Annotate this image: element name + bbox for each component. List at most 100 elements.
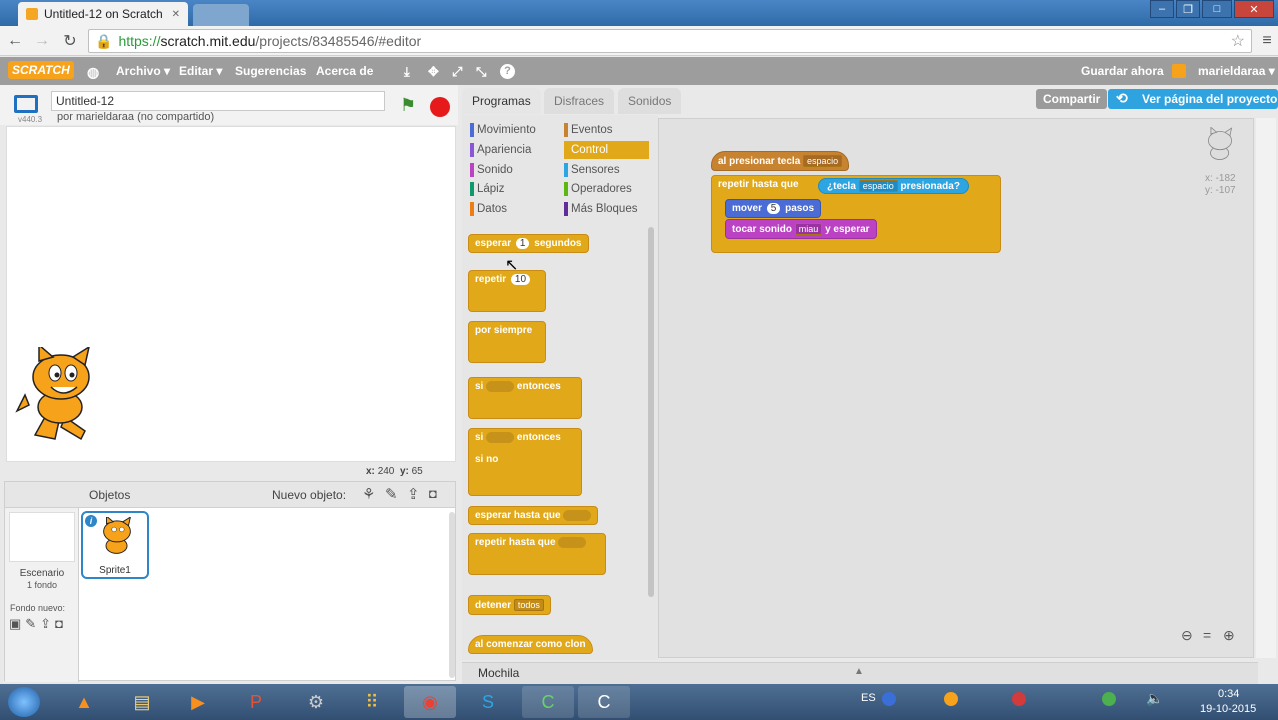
cat-sprite-icon[interactable] (15, 347, 107, 443)
paint-sprite-icon[interactable]: ✎ (385, 485, 398, 503)
restore-icon[interactable]: ❐ (1176, 0, 1200, 18)
palette-scrollbar[interactable] (648, 227, 654, 597)
star-icon[interactable]: ☆ (1231, 31, 1245, 51)
back-icon[interactable]: ← (6, 32, 24, 50)
start-button-icon[interactable] (8, 687, 40, 717)
scripts-area[interactable]: al presionar tecla espacio repetir hasta… (658, 118, 1254, 658)
language-indicator[interactable]: ES (861, 692, 876, 704)
user-avatar[interactable] (1172, 64, 1186, 78)
category-control[interactable]: Control (564, 141, 649, 159)
chrome-icon[interactable]: ◉ (404, 686, 456, 718)
condition-slot[interactable] (563, 510, 592, 521)
clock-date[interactable]: 19-10-2015 (1200, 703, 1256, 715)
tab-sonidos[interactable]: Sonidos (618, 88, 682, 114)
chrome-menu-icon[interactable]: ≡ (1258, 32, 1276, 50)
camtasia-recorder-icon[interactable]: C (578, 686, 630, 718)
share-button[interactable]: Compartir (1036, 89, 1108, 109)
zoom-in-icon[interactable]: ⊕ (1223, 627, 1235, 644)
backpack-bar[interactable]: Mochila ▲ (462, 662, 1258, 684)
globe-icon[interactable]: ◍ (87, 64, 99, 81)
tray-icon-red[interactable] (1012, 692, 1026, 706)
url-field[interactable]: 🔒 https:// scratch.mit.edu /projects/834… (88, 29, 1252, 53)
script-move-steps[interactable]: mover 5 pasos (725, 199, 822, 218)
menu-acerca[interactable]: Acerca de (316, 64, 373, 78)
tray-icon-orange[interactable] (944, 692, 958, 706)
camera-sprite-icon[interactable]: ◘ (429, 486, 437, 501)
shrink-icon[interactable]: ⤡ (476, 64, 486, 80)
see-project-page-button[interactable]: ⟲ Ver página del proyecto (1108, 89, 1278, 109)
clock-time[interactable]: 0:34 (1218, 688, 1239, 700)
vlc-icon[interactable]: ▲ (58, 686, 110, 718)
category-sonido[interactable]: Sonido (470, 161, 513, 179)
block-if-then[interactable]: si entonces (468, 377, 582, 419)
category-eventos[interactable]: Eventos (564, 121, 613, 139)
block-when-clone-starts[interactable]: al comenzar como clon (468, 635, 593, 654)
zoom-reset-icon[interactable]: = (1203, 627, 1211, 643)
new-backdrop-icons[interactable]: ▣✎⇪◘ (9, 616, 67, 632)
upload-sprite-icon[interactable]: ⇪ (407, 485, 420, 503)
category-datos[interactable]: Datos (470, 200, 507, 218)
block-repeat[interactable]: repetir 10 (468, 270, 546, 312)
stage-thumbnail[interactable] (9, 512, 75, 562)
category-lapiz[interactable]: Lápiz (470, 180, 505, 198)
cut-icon[interactable]: ✥ (428, 64, 439, 80)
media-player-icon[interactable]: ▶ (172, 686, 224, 718)
block-forever[interactable]: por siempre (468, 321, 546, 363)
help-tray-icon[interactable] (882, 692, 896, 706)
menu-archivo[interactable]: Archivo ▾ (116, 64, 170, 78)
user-menu[interactable]: marieldaraa ▾ (1198, 64, 1275, 78)
close-window-icon[interactable]: ✕ (1234, 0, 1274, 18)
block-stop[interactable]: detener todos (468, 595, 551, 615)
explorer-icon[interactable]: ▤ (116, 686, 168, 718)
script-key-pressed-condition[interactable]: ¿tecla espacio presionada? (818, 178, 969, 194)
powerpoint-icon[interactable]: P (230, 686, 282, 718)
condition-slot[interactable] (558, 537, 587, 548)
tab-programas[interactable]: Programas (462, 88, 541, 114)
volume-icon[interactable]: 🔈 (1146, 690, 1163, 707)
fullscreen-icon[interactable] (14, 95, 38, 113)
sprites-scrollbar[interactable] (449, 512, 455, 678)
stamp-icon[interactable]: ⤓ (404, 64, 410, 80)
tools-icon[interactable]: ⚙ (290, 686, 342, 718)
condition-slot[interactable] (486, 432, 515, 443)
category-sensores[interactable]: Sensores (564, 161, 620, 179)
script-when-key-pressed[interactable]: al presionar tecla espacio (711, 151, 850, 171)
forward-icon[interactable]: → (33, 32, 51, 50)
zoom-out-icon[interactable]: ⊖ (1181, 627, 1193, 644)
grow-icon[interactable]: ⤢ (452, 64, 462, 80)
menu-editar[interactable]: Editar ▾ (179, 64, 222, 78)
script-play-sound[interactable]: tocar sonido miau y esperar (725, 219, 877, 239)
category-mas-bloques[interactable]: Más Bloques (564, 200, 637, 218)
block-if-else[interactable]: si entonces si no (468, 428, 582, 496)
save-now-link[interactable]: Guardar ahora (1081, 64, 1164, 78)
condition-slot[interactable] (486, 381, 515, 392)
minimize-icon[interactable]: – (1150, 0, 1174, 18)
category-apariencia[interactable]: Apariencia (470, 141, 531, 159)
menu-sugerencias[interactable]: Sugerencias (235, 64, 306, 78)
maximize-icon[interactable]: □ (1202, 0, 1232, 18)
chevron-up-icon[interactable]: ▲ (854, 666, 864, 677)
category-movimiento[interactable]: Movimiento (470, 121, 536, 139)
tab-close-icon[interactable]: ✕ (172, 9, 180, 20)
tab-disfraces[interactable]: Disfraces (544, 88, 615, 114)
stage-canvas[interactable] (6, 126, 456, 462)
tray-icon-green[interactable] (1102, 692, 1116, 706)
block-repeat-until[interactable]: repetir hasta que (468, 533, 606, 575)
stop-icon[interactable] (430, 97, 450, 117)
apps-icon[interactable]: ⠿ (346, 686, 398, 718)
project-title-input[interactable]: Untitled-12 (51, 91, 385, 111)
help-icon[interactable]: ? (500, 64, 515, 79)
reload-icon[interactable]: ↻ (61, 32, 79, 50)
green-flag-icon[interactable]: ⚑ (400, 95, 416, 116)
block-wait-until[interactable]: esperar hasta que (468, 506, 599, 526)
sprite-thumbnail[interactable]: i Sprite1 (81, 511, 149, 579)
category-operadores[interactable]: Operadores (564, 180, 632, 198)
skype-icon[interactable]: S (462, 686, 514, 718)
choose-sprite-icon[interactable]: ⚘ (362, 485, 375, 503)
new-tab-button[interactable] (193, 4, 249, 26)
browser-tab[interactable]: Untitled-12 on Scratch ✕ (18, 2, 188, 26)
scratch-logo[interactable]: SCRATCH (8, 61, 74, 79)
window-scrollbar[interactable] (1256, 118, 1276, 658)
block-wait-seconds[interactable]: esperar 1 segundos (468, 234, 589, 253)
camtasia-icon[interactable]: C (522, 686, 574, 718)
